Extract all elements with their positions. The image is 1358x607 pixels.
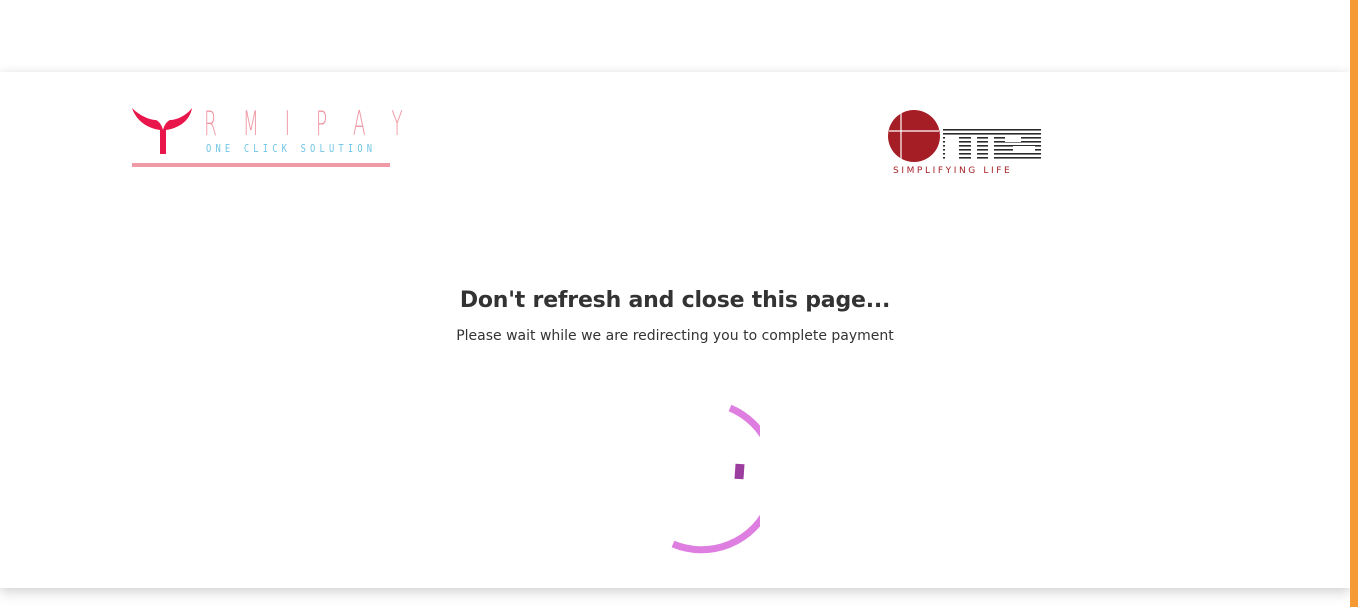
brand-tagline: ONE CLICK SOLUTION — [206, 142, 377, 155]
redirect-card: R M I P A Y ONE CLICK SOLUTION SIMPLIFYI… — [0, 72, 1350, 588]
cms-logo: SIMPLIFYING LIFE — [887, 109, 1047, 179]
whale-tail-icon — [132, 108, 192, 154]
brand-wordmark: R M I P A Y — [204, 104, 413, 144]
redirect-subtext: Please wait while we are redirecting you… — [456, 328, 894, 344]
scrollbar[interactable] — [1350, 0, 1358, 607]
cms-tagline: SIMPLIFYING LIFE — [893, 166, 1013, 176]
loading-spinner-icon — [671, 404, 760, 554]
cms-emblem-icon — [888, 110, 1041, 162]
brand-underline — [132, 163, 390, 167]
payment-redirect-page: R M I P A Y ONE CLICK SOLUTION SIMPLIFYI… — [0, 0, 1358, 607]
page-title: Don't refresh and close this page... — [459, 288, 891, 313]
rmipay-logo: R M I P A Y ONE CLICK SOLUTION — [130, 104, 403, 170]
